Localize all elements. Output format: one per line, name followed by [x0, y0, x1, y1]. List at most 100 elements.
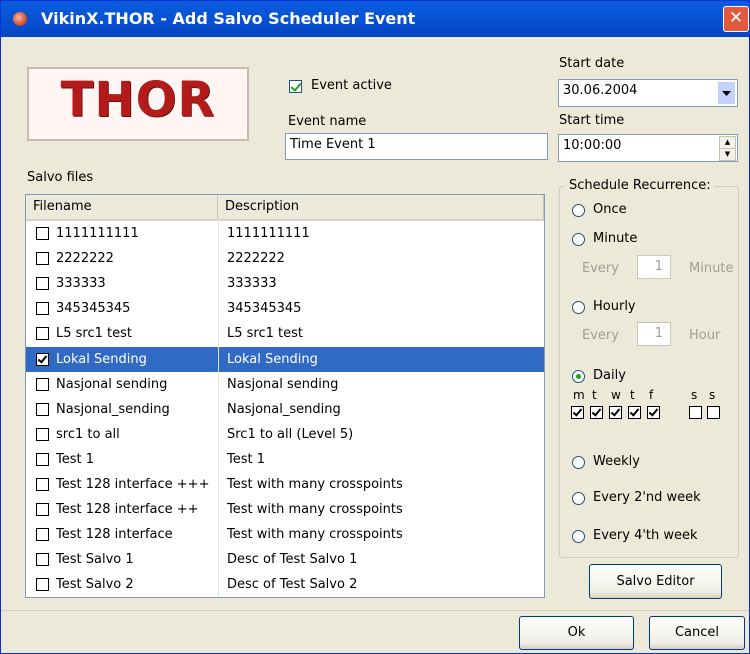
- description-cell: L5 src1 test: [227, 326, 303, 342]
- column-header-filename[interactable]: Filename: [26, 195, 218, 219]
- filename-cell: Nasjonal sending: [56, 376, 168, 392]
- minute-interval-input[interactable]: 1: [637, 255, 671, 279]
- row-checkbox[interactable]: [36, 227, 49, 240]
- weekday-checkbox[interactable]: [628, 406, 641, 419]
- filename-cell: Test 1: [56, 451, 95, 467]
- start-date-value: 30.06.2004: [563, 83, 638, 98]
- radio-weekly-label: Weekly: [593, 454, 640, 469]
- start-date-combo[interactable]: 30.06.2004: [558, 79, 738, 107]
- radio-every-4th-week-label: Every 4'th week: [593, 528, 698, 543]
- hour-unit-label: Hour: [689, 328, 721, 343]
- event-name-input[interactable]: Time Event 1: [285, 133, 548, 160]
- row-checkbox[interactable]: [36, 503, 49, 517]
- row-checkbox[interactable]: [36, 252, 49, 266]
- description-cell: Desc of Test Salvo 2: [227, 577, 358, 593]
- table-row[interactable]: Test 1 Test 1: [26, 447, 544, 472]
- radio-weekly[interactable]: [572, 456, 585, 469]
- row-checkbox[interactable]: [36, 427, 49, 441]
- hour-interval-input[interactable]: 1: [637, 322, 671, 346]
- row-checkbox[interactable]: [36, 528, 49, 542]
- column-header-description[interactable]: Description: [218, 195, 544, 219]
- radio-once[interactable]: [572, 204, 585, 217]
- dialog-window: VikinX.THOR - Add Salvo Scheduler Event …: [0, 0, 750, 654]
- description-cell: Src1 to all (Level 5): [227, 426, 354, 442]
- weekday-checkbox[interactable]: [707, 406, 720, 419]
- logo-text: THOR: [60, 72, 216, 128]
- table-row[interactable]: Test 128 interface Test with many crosspo…: [26, 522, 544, 547]
- weekday-checkbox[interactable]: [571, 406, 584, 419]
- table-row[interactable]: L5 src1 test L5 src1 test: [26, 321, 544, 346]
- table-row[interactable]: 2222222 2222222: [26, 246, 544, 271]
- radio-every-4th-week[interactable]: [572, 530, 585, 543]
- weekday-checkbox[interactable]: [609, 406, 622, 419]
- start-time-input[interactable]: 10:00:00: [558, 134, 738, 162]
- row-checkbox[interactable]: [36, 402, 49, 416]
- table-row[interactable]: Test Salvo 1 Desc of Test Salvo 1: [26, 547, 544, 572]
- weekday-label: s: [709, 388, 716, 402]
- event-active-checkbox[interactable]: [289, 80, 302, 93]
- filename-cell: Test 128 interface ++: [56, 502, 199, 518]
- description-cell: Nasjonal_sending: [227, 401, 341, 417]
- close-button[interactable]: ✕: [723, 6, 749, 32]
- table-row[interactable]: Lokal Sending Lokal Sending: [26, 346, 544, 372]
- radio-daily-label: Daily: [593, 368, 626, 383]
- description-cell: 1111111111: [227, 226, 310, 241]
- title-bar[interactable]: VikinX.THOR - Add Salvo Scheduler Event …: [1, 1, 749, 37]
- table-row[interactable]: 345345345 345345345: [26, 296, 544, 321]
- weekday-label: m: [573, 388, 585, 402]
- minute-unit-label: Minute: [689, 261, 734, 276]
- description-cell: Test with many crosspoints: [227, 502, 403, 518]
- footer-separator: [1, 610, 749, 611]
- ok-button[interactable]: Ok: [519, 616, 634, 650]
- minute-every-label: Every: [582, 261, 619, 276]
- row-checkbox[interactable]: [36, 327, 49, 341]
- weekday-checkbox[interactable]: [689, 406, 702, 419]
- start-time-value: 10:00:00: [563, 138, 622, 153]
- radio-minute[interactable]: [572, 233, 585, 246]
- date-dropdown-button[interactable]: [717, 81, 736, 105]
- weekday-label: f: [649, 388, 654, 402]
- salvo-files-list[interactable]: Filename Description 1111111111 111111111…: [25, 194, 545, 598]
- cancel-button[interactable]: Cancel: [649, 616, 745, 650]
- table-row[interactable]: src1 to all Src1 to all (Level 5): [26, 422, 544, 447]
- weekday-checkbox[interactable]: [647, 406, 660, 419]
- table-row[interactable]: Test 128 interface ++ Test with many cros…: [26, 497, 544, 522]
- table-row[interactable]: Test Salvo 2 Desc of Test Salvo 2: [26, 572, 544, 597]
- filename-cell: Test 128 interface +++: [56, 477, 210, 492]
- filename-cell: Nasjonal_sending: [56, 401, 170, 417]
- description-cell: Lokal Sending: [227, 351, 318, 367]
- app-icon: [13, 12, 27, 26]
- start-date-label: Start date: [559, 56, 625, 71]
- row-checkbox[interactable]: [36, 553, 49, 567]
- salvo-editor-button[interactable]: Salvo Editor: [589, 564, 722, 599]
- weekday-label: w: [611, 388, 621, 402]
- filename-cell: Test 128 interface: [56, 527, 173, 543]
- filename-cell: L5 src1 test: [56, 326, 132, 342]
- chevron-down-icon: [722, 91, 731, 96]
- row-checkbox[interactable]: [36, 352, 49, 366]
- table-row[interactable]: Test 128 interface +++ Test with many cro…: [26, 472, 544, 497]
- description-cell: Desc of Test Salvo 1: [227, 552, 358, 568]
- hour-every-label: Every: [582, 328, 619, 343]
- event-name-label: Event name: [288, 114, 367, 129]
- thor-logo: THOR: [27, 67, 249, 141]
- table-row[interactable]: 1111111111 1111111111: [26, 221, 544, 246]
- time-spin-down[interactable]: ▼: [719, 148, 736, 161]
- row-checkbox[interactable]: [36, 302, 49, 316]
- table-row[interactable]: Nasjonal_sending Nasjonal_sending: [26, 397, 544, 422]
- filename-cell: src1 to all: [56, 426, 120, 442]
- weekday-checkbox[interactable]: [590, 406, 603, 419]
- start-time-label: Start time: [559, 113, 625, 128]
- table-row[interactable]: Nasjonal sending Nasjonal sending: [26, 372, 544, 397]
- row-checkbox[interactable]: [36, 277, 49, 291]
- table-row[interactable]: 333333 333333: [26, 271, 544, 296]
- row-checkbox[interactable]: [36, 452, 49, 466]
- radio-daily[interactable]: [572, 370, 585, 383]
- event-active-label: Event active: [311, 78, 392, 93]
- row-checkbox[interactable]: [36, 578, 49, 592]
- row-checkbox[interactable]: [36, 478, 49, 491]
- column-divider: [218, 219, 219, 597]
- radio-hourly[interactable]: [572, 301, 585, 314]
- row-checkbox[interactable]: [36, 377, 49, 391]
- radio-every-2nd-week[interactable]: [572, 492, 585, 505]
